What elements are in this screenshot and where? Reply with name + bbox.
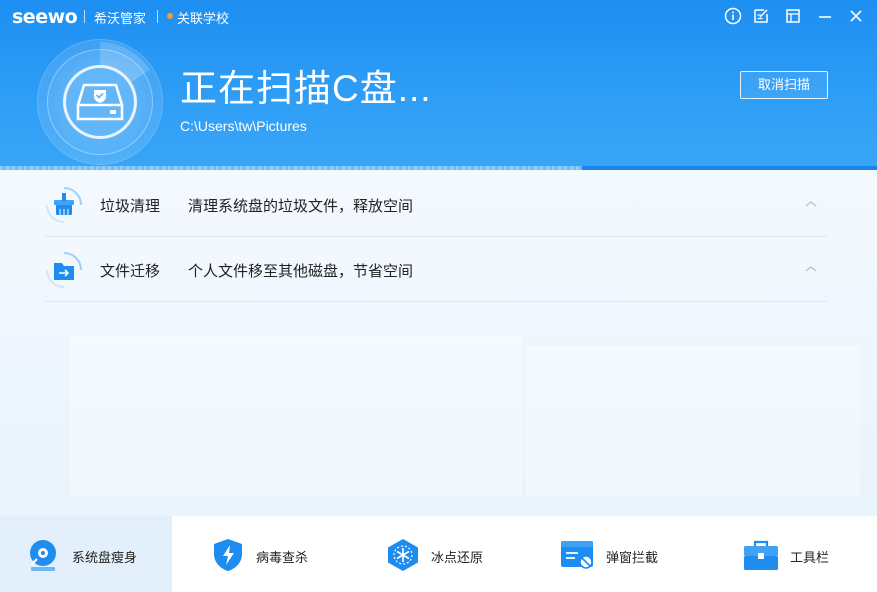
scan-title: 正在扫描C盘... xyxy=(180,68,432,109)
item-name: 文件迁移 xyxy=(100,263,161,280)
snowflake-icon xyxy=(388,539,418,571)
cleanup-list: 垃圾清理 清理系统盘的垃圾文件，释放空间 文件迁移 个人文件移至其他磁盘，节省空… xyxy=(0,171,877,516)
hard-disk-icon xyxy=(76,83,124,121)
feedback-icon[interactable] xyxy=(751,6,771,26)
popup-block-icon xyxy=(561,541,593,569)
broom-icon xyxy=(46,187,82,223)
status-dot xyxy=(167,13,173,19)
folder-move-icon xyxy=(46,252,82,288)
nav-label: 弹窗拦截 xyxy=(606,550,659,565)
disk-slim-icon xyxy=(30,540,56,571)
nav-item-freeze-restore[interactable]: 冰点还原 xyxy=(347,516,522,592)
brand-logo: seewo xyxy=(12,6,78,28)
list-item-file-migrate[interactable]: 文件迁移 个人文件移至其他磁盘，节省空间 xyxy=(44,238,828,302)
close-icon[interactable] xyxy=(846,6,866,26)
nav-item-toolbar[interactable]: 工具栏 xyxy=(697,516,877,592)
scan-progress-bar xyxy=(0,166,583,170)
info-icon[interactable] xyxy=(723,6,743,26)
chevron-up-icon[interactable] xyxy=(804,199,818,209)
cancel-scan-button[interactable]: 取消扫描 xyxy=(740,71,828,99)
skin-icon[interactable] xyxy=(783,6,803,26)
divider xyxy=(157,10,158,23)
item-name: 垃圾清理 xyxy=(100,198,161,215)
scan-header: seewo 希沃管家 关联学校 正在扫描C盘... C:\Users\tw\Pi… xyxy=(0,0,877,170)
title-bar: seewo 希沃管家 关联学校 xyxy=(0,0,877,32)
nav-label: 病毒查杀 xyxy=(256,550,309,565)
toolbox-icon xyxy=(744,540,778,570)
nav-label: 工具栏 xyxy=(790,550,830,565)
nav-item-popup-block[interactable]: 弹窗拦截 xyxy=(522,516,697,592)
chevron-up-icon[interactable] xyxy=(804,264,818,274)
item-description: 清理系统盘的垃圾文件，释放空间 xyxy=(188,198,414,215)
shield-bolt-icon xyxy=(214,539,242,571)
list-item-junk-clean[interactable]: 垃圾清理 清理系统盘的垃圾文件，释放空间 xyxy=(44,173,828,237)
scan-path: C:\Users\tw\Pictures xyxy=(180,118,307,134)
link-school[interactable]: 关联学校 xyxy=(177,8,229,27)
minimize-icon[interactable] xyxy=(815,6,835,26)
bottom-nav: 系统盘瘦身 病毒查杀 冰点还原 弹窗拦截 工具栏 xyxy=(0,516,877,592)
app-name: 希沃管家 xyxy=(94,11,147,26)
nav-item-disk-slim[interactable]: 系统盘瘦身 xyxy=(0,516,172,592)
nav-item-antivirus[interactable]: 病毒查杀 xyxy=(172,516,347,592)
nav-label: 系统盘瘦身 xyxy=(72,550,138,565)
item-description: 个人文件移至其他磁盘，节省空间 xyxy=(188,263,414,280)
nav-label: 冰点还原 xyxy=(431,550,484,565)
divider xyxy=(84,10,85,23)
